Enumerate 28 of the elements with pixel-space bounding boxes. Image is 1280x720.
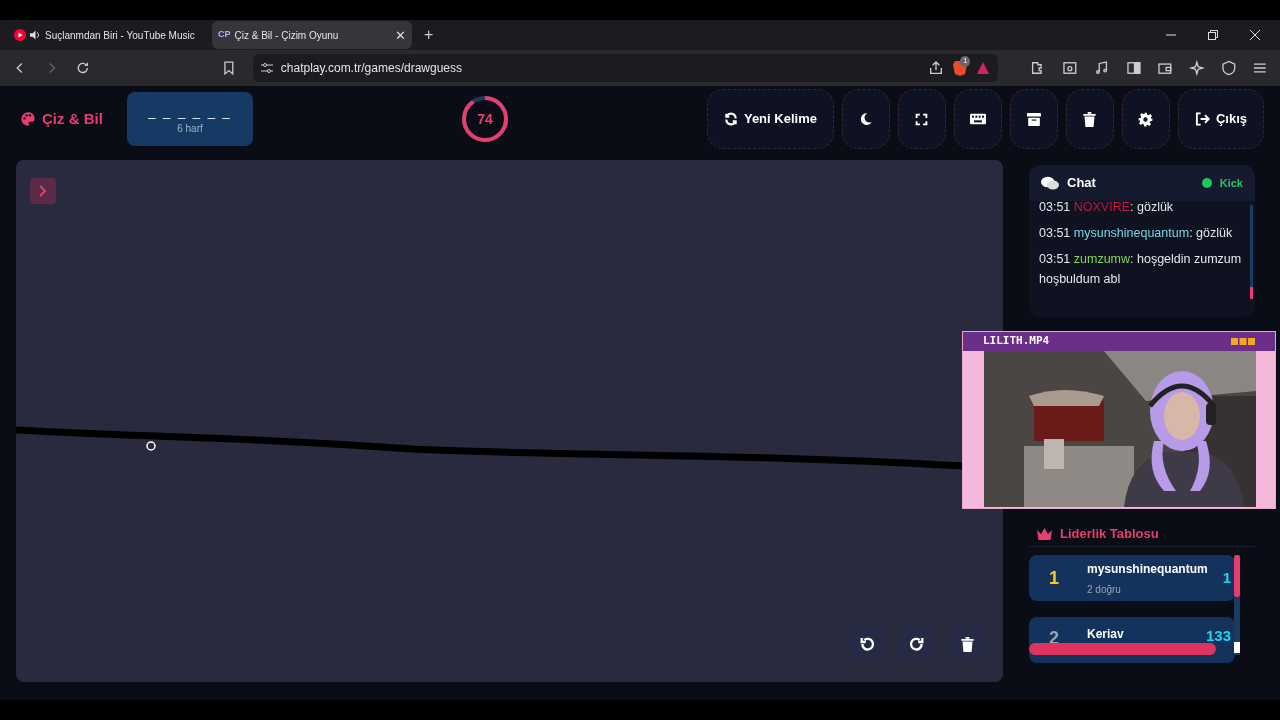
score: 1: [1222, 567, 1231, 588]
platform-label: Kick: [1219, 175, 1243, 191]
word-mask: _ _ _ _ _ _: [148, 102, 232, 121]
new-tab-button[interactable]: +: [416, 23, 442, 47]
site-favicon: CP: [218, 28, 231, 42]
header-button[interactable]: Yeni Kelime: [706, 89, 834, 149]
chat-message: 03:51 mysunshinequantum: gözlük: [1039, 225, 1234, 242]
correct-count: 2 doğru: [1087, 582, 1122, 597]
browser-tab[interactable]: CP Çiz & Bil - Çizim Oyunu ✕: [212, 21, 412, 49]
browser-tab[interactable]: Suçlanmdan Biri - YouTube Music: [8, 21, 208, 49]
player-name: mysunshinequantum: [1087, 560, 1209, 578]
score: 133: [1205, 626, 1231, 646]
chat-message: 03:51 NOXVIRE: gözlük: [1039, 199, 1175, 216]
close-icon[interactable]: ✕: [395, 28, 406, 42]
letter-count: 6 harf: [177, 122, 203, 137]
tab-title: Suçlanmdan Biri - YouTube Music: [45, 28, 196, 43]
url-text: chatplay.com.tr/games/drawguess: [280, 60, 463, 77]
leaderboard-title: Liderlik Tablosu: [1060, 524, 1159, 543]
video-window[interactable]: LILITH.MP4: [962, 331, 1276, 509]
player-name: Keriav: [1087, 626, 1125, 643]
video-title: LILITH.MP4: [983, 333, 1051, 350]
header-button[interactable]: Çıkış: [1177, 89, 1264, 149]
rank-number: 1: [1049, 566, 1060, 590]
chat-title: Chat: [1067, 174, 1096, 193]
timer-value: 74: [477, 109, 493, 129]
chat-message: 03:51 zumzumw: hoşgeldin zumzum hoşbuldum abl: [1039, 251, 1243, 288]
tab-title: Çiz & Bil - Çizim Oyunu: [234, 28, 340, 43]
app-logo: Çiz & Bil: [42, 108, 103, 129]
